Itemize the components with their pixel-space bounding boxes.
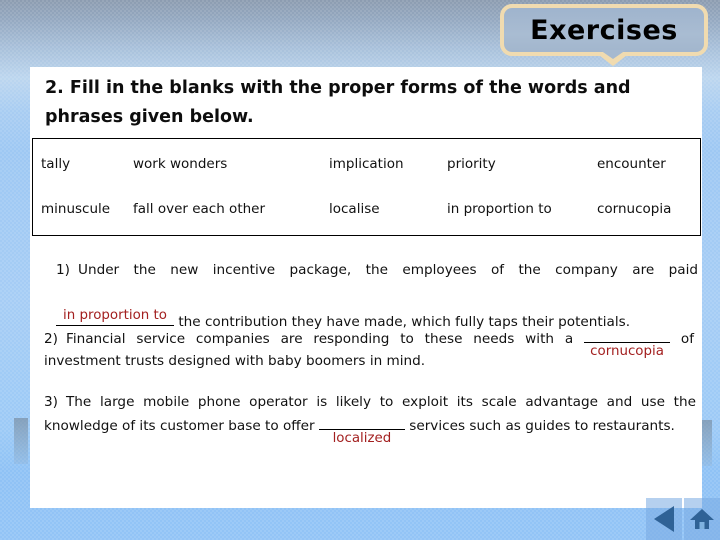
banner-notch-fill <box>600 50 626 59</box>
answer-text: cornucopia <box>590 344 664 359</box>
banner-notch-icon <box>595 50 631 66</box>
answer-blank: cornucopia <box>584 326 671 359</box>
word-bank-row: minuscule fall over each other localise … <box>33 198 700 220</box>
exercise-text-before: Financial service companies are respondi… <box>66 331 574 347</box>
answer-text: in proportion to <box>63 308 167 323</box>
exercise-text: 1) Under the new incentive package, the e… <box>56 259 698 330</box>
word-bank-row: tally work wonders implication priority … <box>33 153 700 175</box>
exercise-item: 3) The large mobile phone operator is lik… <box>44 391 696 446</box>
exercise-text-after: services such as guides to restaurants. <box>409 418 675 434</box>
word-bank-item: implication <box>329 156 404 172</box>
exercise-item: 1) Under the new incentive package, the e… <box>56 259 698 333</box>
answer-blank: in proportion to <box>56 303 174 326</box>
left-edge-accent <box>14 418 28 464</box>
word-bank-item: priority <box>447 156 496 172</box>
home-icon <box>690 509 714 529</box>
answer-blank: localized <box>318 413 405 446</box>
page-title: Exercises <box>530 14 678 46</box>
word-bank-item: cornucopia <box>597 201 672 217</box>
exercise-number: 2) <box>44 331 58 347</box>
back-arrow-icon <box>654 506 674 532</box>
back-button[interactable] <box>646 498 682 540</box>
exercise-text-before: Under the new incentive package, the emp… <box>78 262 698 278</box>
answer-text: localized <box>332 431 392 446</box>
word-bank-item: in proportion to <box>447 201 552 217</box>
home-button[interactable] <box>684 498 720 540</box>
word-bank-box: tally work wonders implication priority … <box>32 138 701 236</box>
word-bank-item: localise <box>329 201 380 217</box>
exercise-number: 1) <box>56 262 70 278</box>
instruction-heading: 2. Fill in the blanks with the proper fo… <box>45 78 631 127</box>
exercise-number: 3) <box>44 394 58 410</box>
content-panel: 2. Fill in the blanks with the proper fo… <box>30 67 702 508</box>
word-bank-item: minuscule <box>41 201 111 217</box>
word-bank-item: tally <box>41 156 71 172</box>
exercises-title-banner: Exercises <box>500 4 708 56</box>
exercise-item: 2) Financial service companies are respon… <box>44 326 694 372</box>
word-bank-item: fall over each other <box>133 201 266 217</box>
slide-root: Exercises 2. Fill in the blanks with the… <box>0 0 720 540</box>
word-bank-item: work wonders <box>133 156 228 172</box>
word-bank-item: encounter <box>597 156 666 172</box>
